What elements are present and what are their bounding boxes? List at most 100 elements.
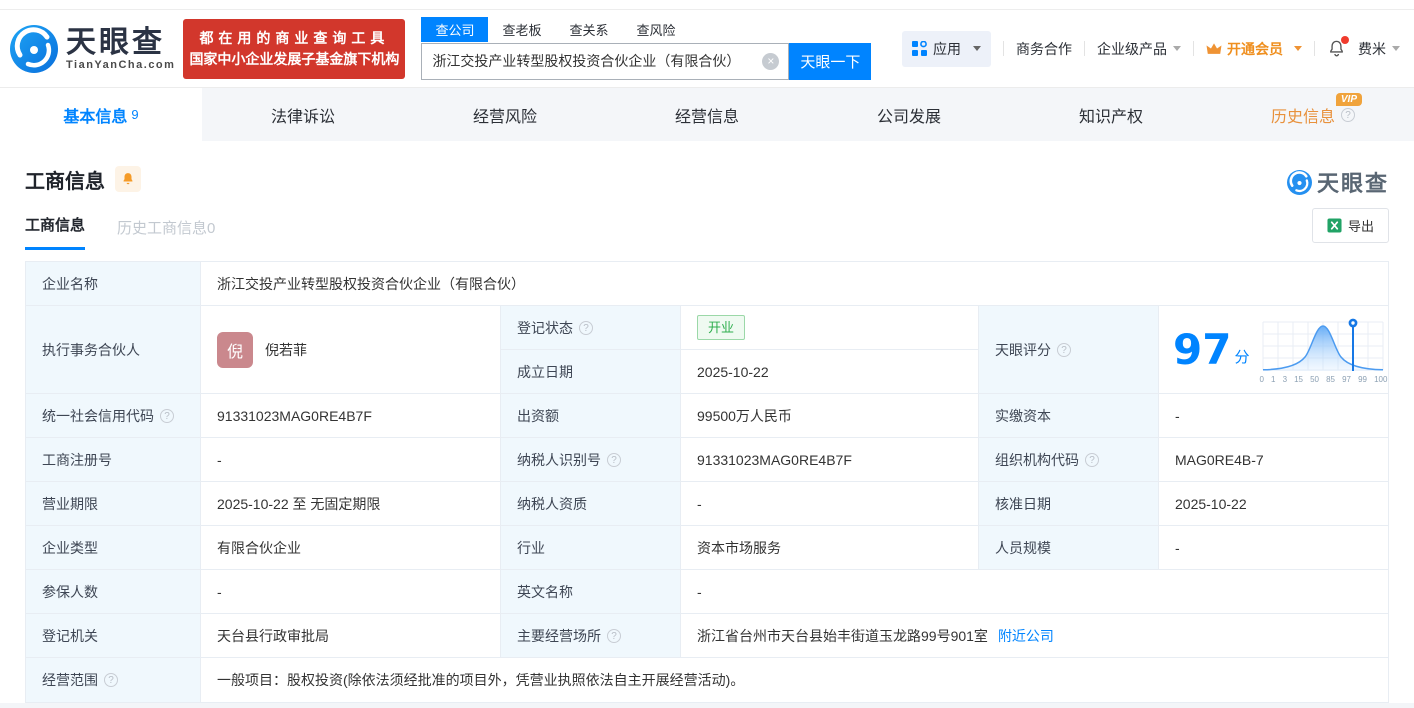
vip-badge: VIP	[1336, 93, 1362, 106]
tab-history-info[interactable]: VIP 历史信息 ?	[1212, 88, 1414, 141]
field-label: 核准日期	[979, 482, 1159, 525]
field-label: 登记机关	[26, 614, 201, 657]
tianyan-score-value[interactable]: 97 分	[1159, 306, 1393, 393]
apps-grid-icon	[912, 41, 927, 56]
credit-code-value: 91331023MAG0RE4B7F	[201, 394, 501, 437]
vip-membership-link[interactable]: 开通会员	[1206, 39, 1302, 59]
search-input[interactable]	[421, 43, 789, 80]
registration-status-value: 开业	[681, 306, 978, 349]
table-row: 营业期限 2025-10-22 至 无固定期限 纳税人资质 - 核准日期 202…	[26, 482, 1388, 526]
tab-label: 历史信息	[1271, 103, 1335, 127]
chevron-down-icon	[1294, 46, 1302, 51]
search-tab-relation[interactable]: 查关系	[555, 17, 622, 42]
status-badge: 开业	[697, 315, 745, 340]
approval-date-value: 2025-10-22	[1159, 482, 1388, 525]
question-icon: ?	[1085, 453, 1099, 467]
insured-count-value: -	[201, 570, 501, 613]
chevron-down-icon	[1173, 46, 1181, 51]
field-label: 实缴资本	[979, 394, 1159, 437]
field-label: 营业期限	[26, 482, 201, 525]
link-enterprise-products[interactable]: 企业级产品	[1097, 39, 1181, 59]
question-icon: ?	[579, 321, 593, 335]
tab-company-development[interactable]: 公司发展	[808, 88, 1010, 141]
tianyancha-logo-icon	[1287, 170, 1312, 195]
chevron-down-icon	[1392, 46, 1400, 51]
field-label: 登记状态 ?	[501, 306, 681, 349]
taxpayer-id-value: 91331023MAG0RE4B7F	[681, 438, 979, 481]
divider	[1193, 41, 1194, 56]
registration-number-value: -	[201, 438, 501, 481]
tianyancha-logo-icon	[10, 25, 58, 73]
org-code-value: MAG0RE4B-7	[1159, 438, 1388, 481]
field-label: 行业	[501, 526, 681, 569]
slogan-line1: 都在用的商业查询工具	[189, 28, 399, 49]
field-label: 工商注册号	[26, 438, 201, 481]
brand-name: 天眼查	[66, 27, 175, 59]
tab-label: 公司发展	[877, 103, 941, 127]
brand-domain: TianYanCha.com	[66, 59, 175, 71]
section-title: 工商信息	[25, 165, 105, 194]
score-unit: 分	[1234, 346, 1249, 367]
score-number: 97	[1173, 329, 1231, 371]
subscribe-bell-button[interactable]	[115, 166, 141, 192]
export-button[interactable]: 导出	[1312, 208, 1389, 243]
question-icon: ?	[1057, 343, 1071, 357]
field-label: 统一社会信用代码 ?	[26, 394, 201, 437]
search-tab-risk[interactable]: 查风险	[622, 17, 689, 42]
field-label: 纳税人资质	[501, 482, 681, 525]
tab-label: 知识产权	[1079, 103, 1143, 127]
tab-intellectual-property[interactable]: 知识产权	[1010, 88, 1212, 141]
table-row: 经营范围 ? 一般项目：股权投资(除依法须经批准的项目外，凭营业执照依法自主开展…	[26, 658, 1388, 703]
tab-label: 法律诉讼	[271, 103, 335, 127]
capital-value: 99500万人民币	[681, 394, 979, 437]
field-label: 人员规模	[979, 526, 1159, 569]
business-scope-value: 一般项目：股权投资(除依法须经批准的项目外，凭营业执照依法自主开展经营活动)。	[201, 658, 1388, 702]
field-label: 英文名称	[501, 570, 681, 613]
tab-label: 基本信息	[63, 103, 127, 127]
search-button[interactable]: 天眼一下	[789, 43, 871, 80]
watermark-text: 天眼查	[1317, 166, 1389, 198]
nearby-companies-link[interactable]: 附近公司	[998, 626, 1054, 646]
subtab-business-info[interactable]: 工商信息	[25, 214, 85, 250]
search-tab-boss[interactable]: 查老板	[488, 17, 555, 42]
tab-operation-info[interactable]: 经营信息	[606, 88, 808, 141]
tab-label: 经营风险	[473, 103, 537, 127]
table-row: 统一社会信用代码 ? 91331023MAG0RE4B7F 出资额 99500万…	[26, 394, 1388, 438]
divider	[1084, 41, 1085, 56]
table-row: 企业类型 有限合伙企业 行业 资本市场服务 人员规模 -	[26, 526, 1388, 570]
question-icon: ?	[607, 453, 621, 467]
business-info-table: 企业名称 浙江交投产业转型股权投资合伙企业（有限合伙） 执行事务合伙人 倪 倪若…	[25, 261, 1389, 703]
field-label: 执行事务合伙人	[26, 306, 201, 393]
brand-slogan-banner: 都在用的商业查询工具 国家中小企业发展子基金旗下机构	[183, 19, 405, 79]
header-nav: 应用 商务合作 企业级产品 开通会员 费米	[902, 31, 1400, 67]
notification-bell[interactable]	[1327, 39, 1346, 58]
tab-operation-risk[interactable]: 经营风险	[404, 88, 606, 141]
top-divider	[0, 0, 1414, 10]
vip-membership-label: 开通会员	[1227, 39, 1283, 59]
link-business-cooperation[interactable]: 商务合作	[1016, 39, 1072, 59]
apps-button[interactable]: 应用	[902, 31, 991, 67]
field-label: 经营范围 ?	[26, 658, 201, 702]
brand-logo[interactable]: 天眼查 TianYanCha.com	[10, 25, 175, 73]
tab-basic-info[interactable]: 基本信息 9	[0, 88, 202, 141]
field-label: 纳税人识别号 ?	[501, 438, 681, 481]
partner-name-link[interactable]: 倪若菲	[265, 340, 307, 360]
clear-icon[interactable]: ×	[762, 53, 779, 70]
tab-label: 经营信息	[675, 103, 739, 127]
table-row: 企业名称 浙江交投产业转型股权投资合伙企业（有限合伙）	[26, 262, 1388, 306]
field-label: 企业名称	[26, 262, 201, 305]
search-tabs: 查公司 查老板 查关系 查风险	[421, 18, 871, 42]
content: 工商信息 天眼查 工商信息 历史工商信息0 导出	[0, 162, 1414, 703]
company-name-value: 浙江交投产业转型股权投资合伙企业（有限合伙）	[201, 262, 1388, 305]
business-address-value: 浙江省台州市天台县始丰街道玉龙路99号901室 附近公司	[681, 614, 1388, 657]
search-tab-company[interactable]: 查公司	[421, 17, 488, 42]
subtab-history-business-info[interactable]: 历史工商信息0	[117, 217, 215, 250]
bell-icon	[121, 172, 135, 186]
excel-icon	[1327, 218, 1342, 233]
table-row: 登记机关 天台县行政审批局 主要经营场所 ? 浙江省台州市天台县始丰街道玉龙路9…	[26, 614, 1388, 658]
avatar[interactable]: 倪	[217, 332, 253, 368]
user-menu[interactable]: 费米	[1358, 39, 1400, 59]
watermark-logo: 天眼查	[1287, 166, 1389, 198]
tab-legal-proceedings[interactable]: 法律诉讼	[202, 88, 404, 141]
english-name-value: -	[681, 570, 1388, 613]
